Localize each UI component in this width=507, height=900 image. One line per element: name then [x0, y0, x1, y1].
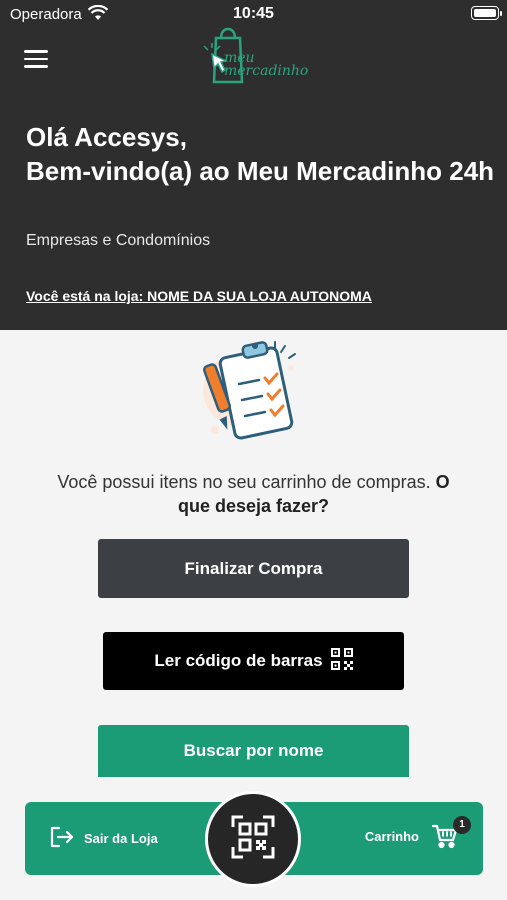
cart-count-badge: 1 — [453, 816, 471, 834]
cart-button[interactable]: Carrinho 1 — [365, 816, 471, 850]
exit-icon — [50, 826, 84, 851]
menu-icon[interactable] — [24, 50, 48, 70]
subtitle: Empresas e Condomínios — [26, 232, 211, 249]
scan-fab-button[interactable] — [205, 791, 301, 887]
finalize-purchase-button[interactable]: Finalizar Compra — [98, 539, 409, 598]
logo-text: meu mercadinho — [224, 50, 309, 79]
exit-store-button[interactable]: Sair da Loja — [50, 826, 158, 851]
header: Operadora 10:45 meu mercadinho Olá Acces… — [0, 0, 507, 330]
search-by-name-button[interactable]: Buscar por nome — [98, 725, 409, 777]
clock: 10:45 — [233, 5, 274, 22]
store-notice[interactable]: Você está na loja: NOME DA SUA LOJA AUTO… — [26, 288, 372, 304]
qr-code-icon — [330, 647, 353, 675]
greeting: Olá Accesys, Bem-vindo(a) ao Meu Mercadi… — [26, 120, 496, 188]
battery-icon — [471, 6, 502, 20]
greeting-line2: Bem-vindo(a) ao Meu Mercadinho 24h — [26, 156, 495, 186]
scan-barcode-button[interactable]: Ler código de barras — [103, 632, 404, 690]
clipboard-checklist-illustration — [195, 338, 313, 456]
cart-icon: 1 — [431, 816, 471, 850]
greeting-line1: Olá Accesys, — [26, 122, 187, 152]
cart-message: Você possui itens no seu carrinho de com… — [57, 472, 450, 516]
qr-code-icon — [231, 815, 275, 864]
